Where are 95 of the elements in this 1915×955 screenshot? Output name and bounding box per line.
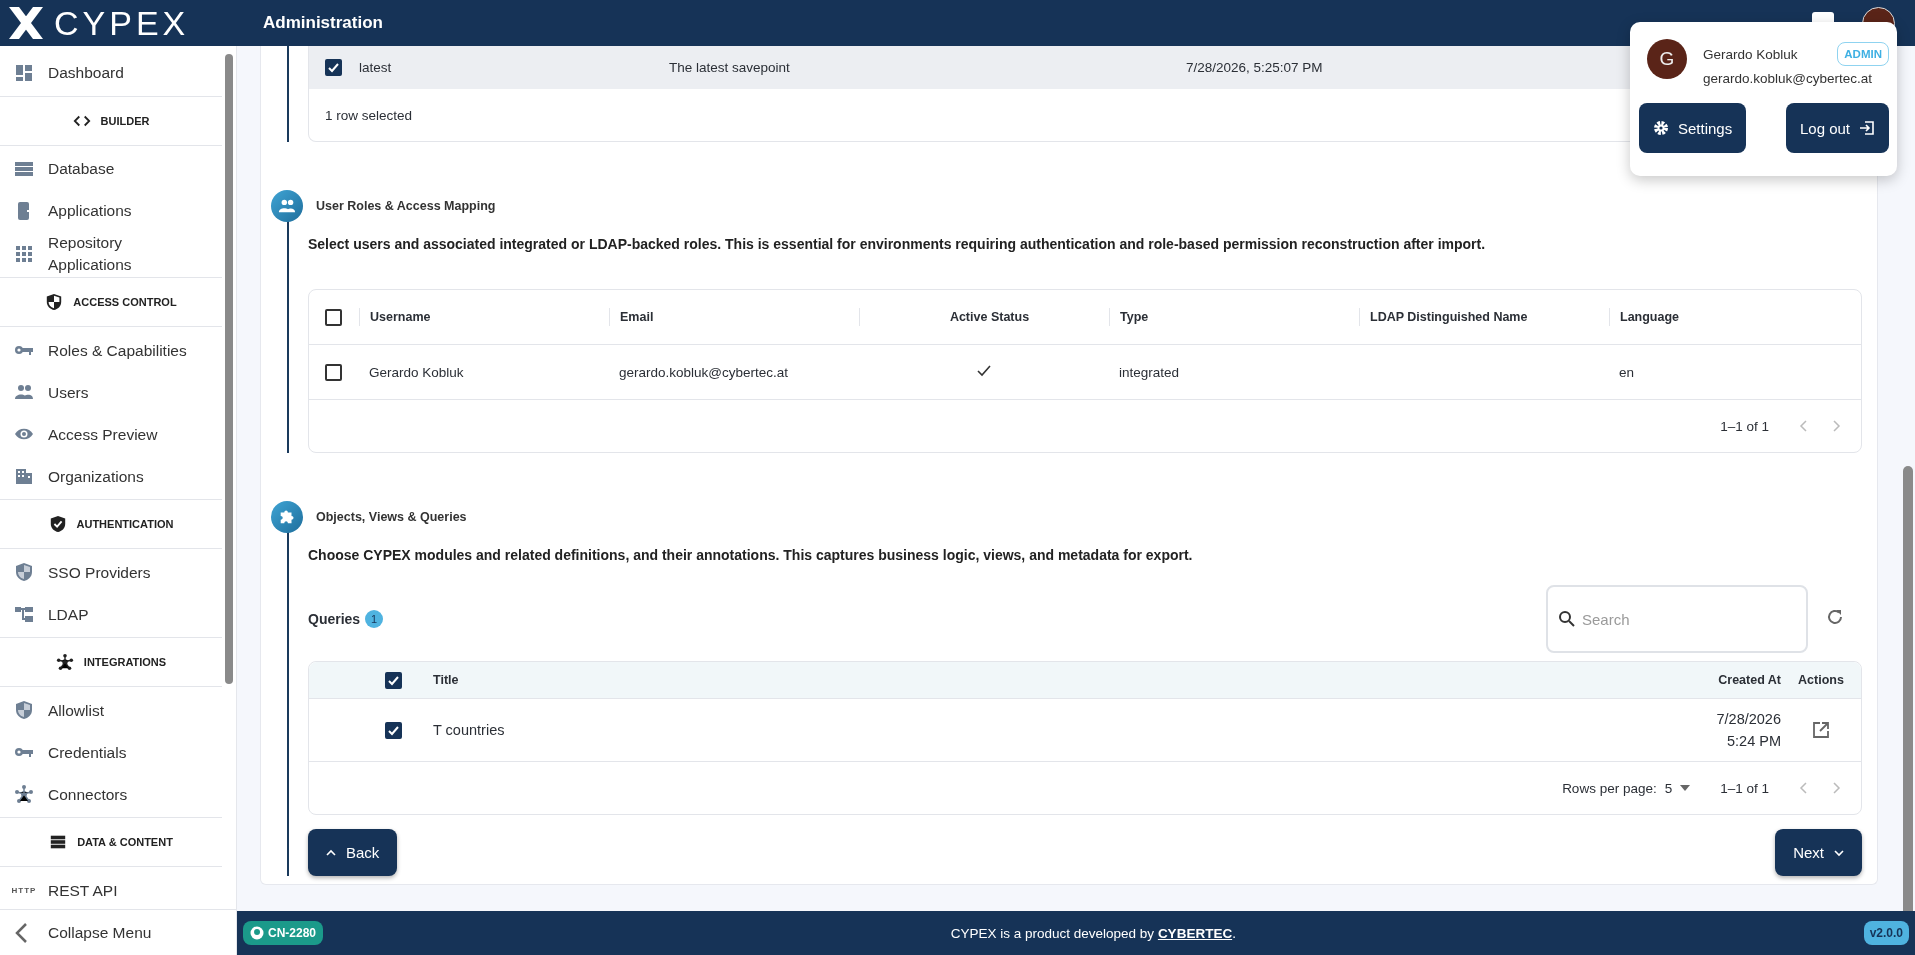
table-cell-text: gerardo.kobluk@cybertec.at xyxy=(618,364,790,380)
table-cell-text: 7/28/2026, 5:25:07 PM xyxy=(1186,60,1324,75)
logout-button[interactable]: Log out xyxy=(1785,103,1889,153)
column-header[interactable]: Created At xyxy=(1561,673,1781,687)
sidebar-item[interactable]: Access Preview xyxy=(0,413,222,456)
sidebar-section: INTEGRATIONS xyxy=(0,637,222,688)
settings-icon xyxy=(1653,120,1669,136)
chevron-left-icon[interactable] xyxy=(1799,782,1807,794)
pagination-range: 1–1 of 1 xyxy=(1720,418,1769,434)
column-header[interactable]: Type xyxy=(1109,308,1359,326)
avatar: G xyxy=(1647,39,1687,79)
sidebar-section: ACCESS CONTROL xyxy=(0,277,222,328)
table-cell-text: T countries xyxy=(433,722,506,738)
logout-icon xyxy=(1859,120,1875,136)
caret-down-icon xyxy=(1680,785,1691,791)
section-description: Choose CYPEX modules and related definitions, and their annotations. This captures business logic, views, and metadata for export. xyxy=(308,547,1194,563)
table-cell-text: 7/28/2026 5:24 PM xyxy=(1715,709,1781,751)
table-cell-text: en xyxy=(1618,364,1636,380)
rows-per-page-select[interactable]: 5 xyxy=(1664,780,1673,796)
sidebar-item[interactable]: Roles & Capabilities xyxy=(0,329,222,372)
checkbox[interactable] xyxy=(325,59,342,76)
sidebar-section: BUILDER xyxy=(0,96,222,146)
sidebar-item[interactable]: LDAP xyxy=(0,593,222,636)
sidebar-section: DATA & CONTENT xyxy=(0,817,222,868)
column-header[interactable]: Email xyxy=(609,308,859,326)
sidebar-item[interactable]: Users xyxy=(0,371,222,414)
column-header[interactable]: Username xyxy=(359,308,609,326)
open-external-icon xyxy=(1812,721,1830,739)
sidebar-item[interactable]: Credentials xyxy=(0,731,222,774)
sidebar-section: AUTHENTICATION xyxy=(0,499,222,550)
role-badge: ADMIN xyxy=(1837,42,1889,66)
sidebar-item[interactable]: SSO Providers xyxy=(0,551,222,594)
sidebar-item[interactable]: Connectors xyxy=(0,773,222,816)
network-icon xyxy=(14,784,34,805)
shield-icon xyxy=(45,293,64,312)
users-icon xyxy=(271,190,303,222)
checkbox[interactable] xyxy=(385,721,402,739)
page-title: Administration xyxy=(263,13,384,33)
checkbox[interactable] xyxy=(325,308,342,326)
shield-check-icon xyxy=(48,515,67,534)
table-cell-text: latest xyxy=(359,60,393,75)
building-icon xyxy=(14,466,34,487)
table-cell-text: integrated xyxy=(1118,364,1181,380)
search-field[interactable]: Search xyxy=(1546,585,1808,653)
sidebar-item[interactable]: Dashboard xyxy=(0,52,222,94)
column-header[interactable]: Language xyxy=(1609,308,1861,326)
collapse-menu-button[interactable]: Collapse Menu xyxy=(0,909,236,955)
section-title: Objects, Views & Queries xyxy=(316,510,467,524)
logo-icon xyxy=(6,5,46,41)
scrollbar[interactable] xyxy=(1903,466,1913,911)
queries-label: Queries xyxy=(308,611,361,627)
chevron-up-icon xyxy=(326,848,336,857)
chevron-left-icon xyxy=(14,921,28,944)
checkbox[interactable] xyxy=(325,363,342,381)
sidebar-item[interactable]: Allowlist xyxy=(0,689,222,732)
next-button[interactable]: Next xyxy=(1775,829,1862,876)
chevron-right-icon[interactable] xyxy=(1833,420,1841,432)
hierarchy-icon xyxy=(14,604,34,625)
count-badge: 1 xyxy=(365,610,384,628)
back-button[interactable]: Back xyxy=(308,829,398,876)
pagination-range: 1–1 of 1 xyxy=(1720,780,1769,796)
rows-per-page-label: Rows per page: xyxy=(1562,780,1657,796)
section-title: User Roles & Access Mapping xyxy=(316,199,496,213)
column-header[interactable]: Title xyxy=(433,673,1561,687)
settings-button[interactable]: Settings xyxy=(1639,103,1747,153)
user-name: Gerardo Kobluk xyxy=(1703,46,1798,62)
section-description: Select users and associated integrated or LDAP-backed roles. This is essential for environments requiring authentication and role-based permission reconstruction after import. xyxy=(308,236,1487,252)
column-header[interactable]: Active Status xyxy=(859,308,1109,326)
http-label: HTTP xyxy=(11,884,37,896)
table-cell-text: The latest savepoint xyxy=(669,60,791,75)
shield-icon xyxy=(14,562,34,583)
table-cell-text: Gerardo Kobluk xyxy=(368,364,465,380)
chevron-down-icon xyxy=(1834,848,1844,857)
grid-icon xyxy=(14,243,34,264)
sidebar-item[interactable]: Applications xyxy=(0,190,222,232)
database-icon xyxy=(14,159,34,179)
logo-text: CYPEX xyxy=(54,3,190,43)
column-header: Actions xyxy=(1797,673,1845,687)
column-header[interactable]: LDAP Distinguished Name xyxy=(1359,308,1609,326)
chevron-left-icon[interactable] xyxy=(1799,420,1807,432)
dashboard-icon xyxy=(14,63,34,83)
sidebar-item[interactable]: HTTP REST API xyxy=(0,869,222,909)
selection-count: 1 row selected xyxy=(325,107,413,123)
refresh-icon xyxy=(1826,608,1844,626)
sidebar-item[interactable]: Database xyxy=(0,148,222,190)
network-icon xyxy=(55,653,74,672)
shield-icon xyxy=(14,700,34,721)
scrollbar[interactable] xyxy=(225,54,233,684)
sidebar-item[interactable]: Repository Applications xyxy=(0,232,222,276)
version-badge: v2.0.0 xyxy=(1863,921,1909,945)
footer-text: CYPEX is a product developed by CYBERTEC. xyxy=(949,925,1237,941)
checkbox[interactable] xyxy=(385,671,402,689)
chevron-right-icon[interactable] xyxy=(1833,782,1841,794)
puzzle-icon xyxy=(271,501,303,533)
sidebar-item[interactable]: Organizations xyxy=(0,455,222,498)
